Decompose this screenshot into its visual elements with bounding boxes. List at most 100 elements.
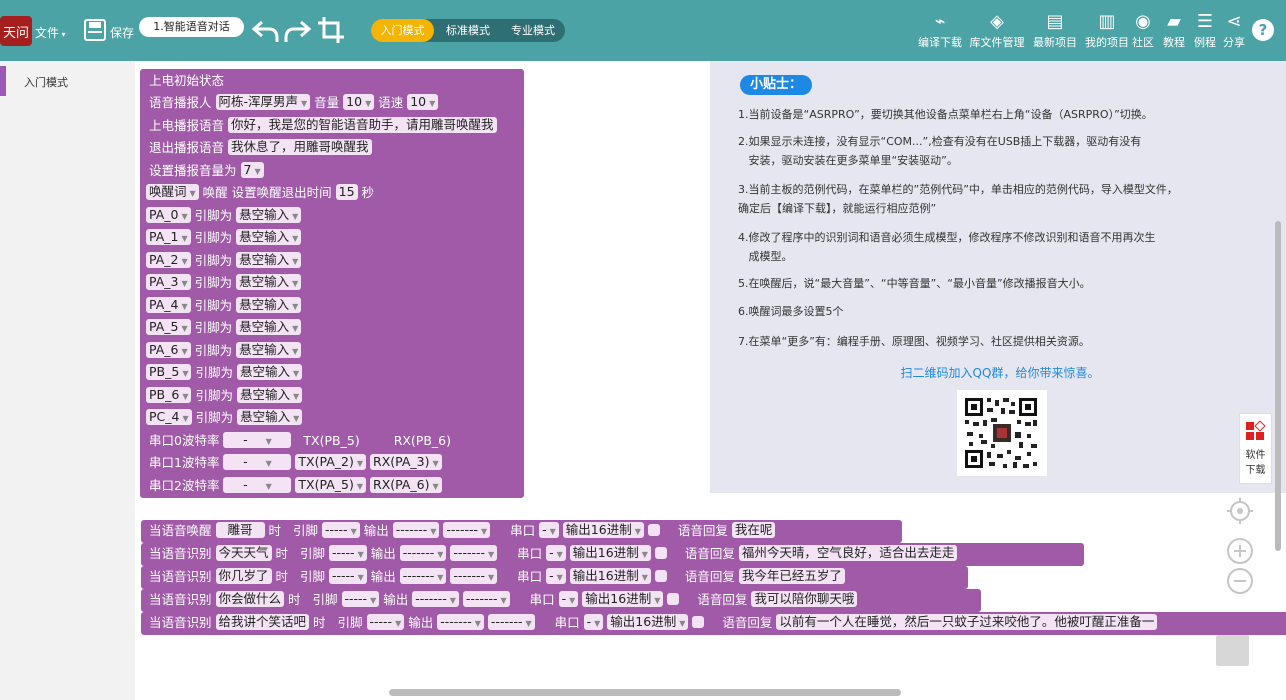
rule-hex-dropdown[interactable]: 输出16进制 ▼ — [562, 522, 644, 538]
rule-output-dropdown[interactable]: ------- ▼ — [399, 568, 447, 584]
save-button[interactable]: 保存 — [110, 24, 134, 41]
rule-output2-dropdown[interactable]: ------- ▼ — [462, 591, 510, 607]
speed-dropdown[interactable]: 10 ▼ — [407, 94, 439, 110]
rule-hex-dropdown[interactable]: 输出16进制 ▼ — [569, 568, 651, 584]
rule-hex-checkbox[interactable] — [654, 547, 667, 559]
uart1-rx-dropdown[interactable]: RX(PA_3) ▼ — [370, 454, 442, 470]
recenter-icon[interactable] — [1226, 497, 1254, 525]
mode-pro[interactable]: 专业模式 — [502, 19, 564, 42]
pin-dropdown[interactable]: PC_4 ▼ — [146, 409, 192, 425]
rule-block[interactable]: 当语音识别 你会做什么 时 引脚 ----- ▼ 输出 ------- ▼ ----… — [141, 589, 981, 612]
pin-dropdown[interactable]: PA_3 ▼ — [146, 274, 191, 290]
community-button[interactable]: ◉ 社区 — [1128, 10, 1158, 50]
save-icon[interactable] — [84, 19, 106, 41]
tutorial-button[interactable]: ▰ 教程 — [1159, 10, 1189, 50]
zoom-out-icon[interactable] — [1226, 567, 1254, 595]
rule-output-dropdown[interactable]: ------- ▼ — [392, 522, 440, 538]
rule-phrase-field[interactable]: 今天天气 — [215, 545, 272, 561]
help-icon[interactable]: ? — [1252, 19, 1274, 41]
pin-dropdown[interactable]: PB_6 ▼ — [146, 387, 192, 403]
pin-dropdown[interactable]: PA_2 ▼ — [146, 252, 191, 268]
pin-mode-dropdown[interactable]: 悬空输入 ▼ — [236, 252, 302, 268]
rule-pin-dropdown[interactable]: ----- ▼ — [322, 522, 360, 538]
rule-phrase-field[interactable]: 你几岁了 — [215, 568, 272, 584]
uart1-tx-dropdown[interactable]: TX(PA_2) ▼ — [295, 454, 367, 470]
rule-pin-dropdown[interactable]: ----- ▼ — [329, 545, 367, 561]
rule-uart-dropdown[interactable]: - ▼ — [546, 545, 566, 561]
redo-icon[interactable] — [283, 18, 312, 44]
setup-block[interactable]: 上电初始状态 语音播报人 阿栋-浑厚男声 ▼ 音量 10 ▼ 语速 10 ▼ 上电播报… — [140, 69, 524, 498]
rule-block[interactable]: 当语音唤醒 雕哥 时 引脚 ----- ▼ 输出 ------- ▼ -------… — [141, 520, 902, 543]
rule-hex-checkbox[interactable] — [667, 593, 680, 605]
rule-output-dropdown[interactable]: ------- ▼ — [437, 614, 484, 630]
rule-output-dropdown[interactable]: ------- ▼ — [399, 545, 447, 561]
pin-dropdown[interactable]: PA_1 ▼ — [146, 229, 191, 245]
pin-dropdown[interactable]: PA_4 ▼ — [146, 297, 191, 313]
rule-phrase-field[interactable]: 你会做什么 — [215, 591, 285, 607]
pin-mode-dropdown[interactable]: 悬空输入 ▼ — [236, 274, 302, 290]
pin-dropdown[interactable]: PA_5 ▼ — [146, 319, 191, 335]
pin-mode-dropdown[interactable]: 悬空输入 ▼ — [237, 409, 303, 425]
broadcast-volume-dropdown[interactable]: 7 ▼ — [240, 162, 264, 178]
pin-mode-dropdown[interactable]: 悬空输入 ▼ — [236, 297, 302, 313]
rule-hex-dropdown[interactable]: 输出16进制 ▼ — [607, 614, 689, 630]
rule-reply-field[interactable]: 我今年已经五岁了 — [738, 568, 845, 584]
uart1-baud-dropdown[interactable]: - ▼ — [223, 454, 292, 470]
pin-dropdown[interactable]: PA_0 ▼ — [146, 207, 191, 223]
rule-hex-dropdown[interactable]: 输出16进制 ▼ — [569, 545, 651, 561]
rule-pin-dropdown[interactable]: ----- ▼ — [366, 614, 405, 630]
uart2-baud-dropdown[interactable]: - ▼ — [223, 477, 292, 493]
rule-pin-dropdown[interactable]: ----- ▼ — [341, 591, 380, 607]
wake-word-dropdown[interactable]: 唤醒词 ▼ — [146, 184, 199, 200]
horizontal-scrollbar[interactable] — [389, 689, 901, 696]
mode-beginner[interactable]: 入门模式 — [371, 19, 434, 42]
rule-reply-field[interactable]: 我在呢 — [731, 522, 776, 538]
rule-hex-dropdown[interactable]: 输出16进制 ▼ — [582, 591, 664, 607]
rule-phrase-field[interactable]: 给我讲个笑话吧 — [215, 614, 310, 630]
rule-phrase-field[interactable]: 雕哥 — [215, 522, 265, 538]
vertical-scrollbar[interactable] — [1275, 221, 1281, 551]
rule-output-dropdown[interactable]: ------- ▼ — [412, 591, 459, 607]
uart2-rx-dropdown[interactable]: RX(PA_6) ▼ — [370, 477, 442, 493]
rule-output2-dropdown[interactable]: ------- ▼ — [487, 614, 535, 630]
voice-dropdown[interactable]: 阿栋-浑厚男声 ▼ — [215, 94, 311, 110]
file-menu[interactable]: 文件 ▾ — [35, 24, 66, 41]
wake-timeout-field[interactable]: 15 — [335, 184, 358, 200]
crop-icon[interactable] — [317, 16, 345, 44]
rule-reply-field[interactable]: 以前有一个人在睡觉，然后一只蚊子过来咬他了。他被叮醒正准备一 — [776, 614, 1158, 630]
pin-mode-dropdown[interactable]: 悬空输入 ▼ — [236, 364, 303, 380]
rule-output2-dropdown[interactable]: ------- ▼ — [450, 568, 498, 584]
rule-block[interactable]: 当语音识别 今天天气 时 引脚 ----- ▼ 输出 ------- ▼ -----… — [141, 543, 1084, 566]
software-download-button[interactable]: 软件 下载 — [1239, 413, 1272, 484]
compile-download-button[interactable]: ⌁ 编译下载 — [913, 10, 967, 50]
pin-dropdown[interactable]: PA_6 ▼ — [146, 342, 191, 358]
mode-standard[interactable]: 标准模式 — [437, 19, 499, 42]
rule-hex-checkbox[interactable] — [692, 616, 705, 628]
rule-uart-dropdown[interactable]: - ▼ — [558, 591, 579, 607]
project-name-field[interactable]: 1.智能语音对话 — [139, 17, 244, 37]
rule-reply-field[interactable]: 我可以陪你聊天哦 — [751, 591, 858, 607]
uart2-tx-dropdown[interactable]: TX(PA_5) ▼ — [295, 477, 367, 493]
latest-projects-button[interactable]: ▤ 最新项目 — [1028, 10, 1082, 50]
pin-mode-dropdown[interactable]: 悬空输入 ▼ — [236, 207, 302, 223]
rule-output2-dropdown[interactable]: ------- ▼ — [443, 522, 491, 538]
rule-output2-dropdown[interactable]: ------- ▼ — [450, 545, 498, 561]
rule-block[interactable]: 当语音识别 给我讲个笑话吧 时 引脚 ----- ▼ 输出 ------- ▼ --… — [141, 612, 1286, 635]
examples-button[interactable]: ☰ 例程 — [1190, 10, 1220, 50]
pin-mode-dropdown[interactable]: 悬空输入 ▼ — [236, 342, 302, 358]
power-on-text-field[interactable]: 你好，我是您的智能语音助手，请用雕哥唤醒我 — [228, 117, 497, 133]
my-projects-button[interactable]: ▥ 我的项目 — [1080, 10, 1134, 50]
uart0-baud-dropdown[interactable]: - ▼ — [223, 432, 292, 448]
library-manager-button[interactable]: ◈ 库文件管理 — [968, 10, 1026, 50]
pin-mode-dropdown[interactable]: 悬空输入 ▼ — [236, 229, 302, 245]
rule-reply-field[interactable]: 福州今天晴，空气良好，适合出去走走 — [738, 545, 958, 561]
rule-uart-dropdown[interactable]: - ▼ — [583, 614, 604, 630]
undo-icon[interactable] — [251, 18, 280, 44]
share-button[interactable]: ⋖ 分享 — [1220, 10, 1248, 50]
volume-dropdown[interactable]: 10 ▼ — [343, 94, 375, 110]
exit-text-field[interactable]: 我休息了，用雕哥唤醒我 — [228, 139, 372, 155]
rule-pin-dropdown[interactable]: ----- ▼ — [329, 568, 367, 584]
rule-uart-dropdown[interactable]: - ▼ — [539, 522, 559, 538]
rule-uart-dropdown[interactable]: - ▼ — [546, 568, 566, 584]
pin-mode-dropdown[interactable]: 悬空输入 ▼ — [236, 319, 302, 335]
